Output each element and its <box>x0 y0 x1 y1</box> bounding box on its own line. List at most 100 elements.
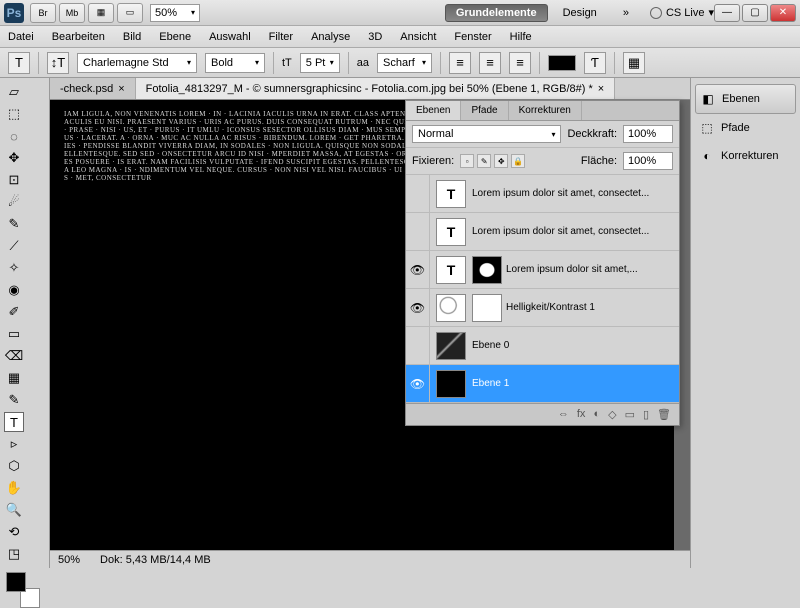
maximize-button[interactable]: ▢ <box>742 4 768 22</box>
font-family-dropdown[interactable]: Charlemagne Std <box>77 53 197 73</box>
layer-name[interactable]: Lorem ipsum dolor sit amet, consectet... <box>472 226 679 237</box>
screen-mode-button[interactable]: ▭ <box>117 3 143 23</box>
menu-datei[interactable]: Datei <box>8 31 34 43</box>
antialias-dropdown[interactable]: Scharf <box>377 53 432 73</box>
panel-button-pfade[interactable]: ⬚ Pfade <box>695 114 796 142</box>
visibility-toggle[interactable] <box>406 175 430 212</box>
notes-tool[interactable]: ◳ <box>4 544 24 564</box>
brush-tool[interactable]: ⟋ <box>4 236 24 256</box>
layer-row[interactable]: 👁 Ebene 1 <box>406 365 679 403</box>
adjustment-thumbnail[interactable] <box>436 294 466 322</box>
tab-ebenen[interactable]: Ebenen <box>406 101 461 120</box>
visibility-toggle[interactable] <box>406 213 430 250</box>
crop-tool[interactable]: ⊡ <box>4 170 24 190</box>
workspace-design[interactable]: Design <box>552 4 608 22</box>
minibridge-button[interactable]: Mb <box>59 3 85 23</box>
menu-bild[interactable]: Bild <box>123 31 141 43</box>
visibility-toggle[interactable]: 👁 <box>406 365 430 402</box>
eraser-tool[interactable]: ✐ <box>4 302 24 322</box>
stamp-tool[interactable]: ✧ <box>4 258 24 278</box>
layer-row[interactable]: 👁 T Lorem ipsum dolor sit amet,... <box>406 251 679 289</box>
layer-mask-icon[interactable]: ◐ <box>593 408 600 421</box>
layer-name[interactable]: Ebene 0 <box>472 340 679 351</box>
visibility-toggle[interactable] <box>406 327 430 364</box>
delete-layer-icon[interactable]: 🗑 <box>657 408 671 421</box>
pen-tool[interactable]: ✎ <box>4 390 24 410</box>
document-tab-0[interactable]: -check.psd × <box>50 78 136 99</box>
rotate-view-tool[interactable]: ⟲ <box>4 522 24 542</box>
layer-thumbnail[interactable] <box>436 370 466 398</box>
document-tab-1[interactable]: Fotolia_4813297_M - © sumnersgraphicsinc… <box>136 78 616 99</box>
layer-thumbnail[interactable]: T <box>436 218 466 246</box>
lock-position-icon[interactable]: ✥ <box>494 154 508 168</box>
close-icon[interactable]: × <box>598 83 604 95</box>
workspace-grundelemente[interactable]: Grundelemente <box>445 4 548 22</box>
close-button[interactable]: ✕ <box>770 4 796 22</box>
align-left-icon[interactable]: ≡ <box>449 52 471 74</box>
panel-button-ebenen[interactable]: ◧ Ebenen <box>695 84 796 114</box>
close-icon[interactable]: × <box>118 83 124 95</box>
layer-thumbnail[interactable]: T <box>436 180 466 208</box>
layer-name[interactable]: Lorem ipsum dolor sit amet,... <box>506 264 679 275</box>
visibility-toggle[interactable]: 👁 <box>406 289 430 326</box>
status-zoom[interactable]: 50% <box>58 554 80 566</box>
lock-transparency-icon[interactable]: ▫ <box>460 154 474 168</box>
cslive-button[interactable]: CS Live ▾ <box>650 6 714 19</box>
shape-tool[interactable]: ⬡ <box>4 456 24 476</box>
tab-korrekturen[interactable]: Korrekturen <box>509 101 582 120</box>
align-right-icon[interactable]: ≡ <box>509 52 531 74</box>
text-color-swatch[interactable] <box>548 55 576 71</box>
history-brush-tool[interactable]: ◉ <box>4 280 24 300</box>
layer-row[interactable]: Ebene 0 <box>406 327 679 365</box>
layer-name[interactable]: Ebene 1 <box>472 378 679 389</box>
foreground-color[interactable] <box>6 572 26 592</box>
visibility-toggle[interactable]: 👁 <box>406 251 430 288</box>
hand-tool[interactable]: ✋ <box>4 478 24 498</box>
menu-filter[interactable]: Filter <box>269 31 293 43</box>
move-tool[interactable]: ▱ <box>4 82 24 102</box>
text-orientation-icon[interactable]: ↕T <box>47 52 69 74</box>
layer-row[interactable]: T Lorem ipsum dolor sit amet, consectet.… <box>406 213 679 251</box>
lock-pixels-icon[interactable]: ✎ <box>477 154 491 168</box>
group-icon[interactable]: ▭ <box>625 408 635 421</box>
menu-hilfe[interactable]: Hilfe <box>510 31 532 43</box>
menu-auswahl[interactable]: Auswahl <box>209 31 251 43</box>
font-weight-dropdown[interactable]: Bold <box>205 53 265 73</box>
path-select-tool[interactable]: ▹ <box>4 434 24 454</box>
zoom-dropdown[interactable]: 50% <box>150 4 200 22</box>
adjustment-layer-icon[interactable]: ◇ <box>608 408 616 421</box>
menu-bearbeiten[interactable]: Bearbeiten <box>52 31 105 43</box>
current-tool-icon[interactable]: T <box>8 52 30 74</box>
blend-mode-dropdown[interactable]: Normal <box>412 125 561 143</box>
menu-ebene[interactable]: Ebene <box>159 31 191 43</box>
menu-analyse[interactable]: Analyse <box>311 31 350 43</box>
layer-name[interactable]: Helligkeit/Kontrast 1 <box>506 302 679 313</box>
healing-tool[interactable]: ✎ <box>4 214 24 234</box>
layer-row[interactable]: 👁 Helligkeit/Kontrast 1 <box>406 289 679 327</box>
marquee-tool[interactable]: ⬚ <box>4 104 24 124</box>
bridge-button[interactable]: Br <box>30 3 56 23</box>
layer-mask-thumbnail[interactable] <box>472 294 502 322</box>
layer-thumbnail[interactable]: T <box>436 256 466 284</box>
fill-input[interactable]: 100% <box>623 152 673 170</box>
color-picker[interactable] <box>4 572 44 608</box>
layer-mask-thumbnail[interactable] <box>472 256 502 284</box>
menu-fenster[interactable]: Fenster <box>454 31 491 43</box>
blur-tool[interactable]: ⌫ <box>4 346 24 366</box>
character-panel-icon[interactable]: ▦ <box>623 52 645 74</box>
tab-pfade[interactable]: Pfade <box>461 101 508 120</box>
zoom-tool[interactable]: 🔍 <box>4 500 24 520</box>
layer-row[interactable]: T Lorem ipsum dolor sit amet, consectet.… <box>406 175 679 213</box>
type-tool[interactable]: T <box>4 412 24 432</box>
layer-name[interactable]: Lorem ipsum dolor sit amet, consectet... <box>472 188 679 199</box>
workspace-more[interactable]: » <box>612 4 640 22</box>
align-center-icon[interactable]: ≡ <box>479 52 501 74</box>
wand-tool[interactable]: ✥ <box>4 148 24 168</box>
menu-3d[interactable]: 3D <box>368 31 382 43</box>
gradient-tool[interactable]: ▭ <box>4 324 24 344</box>
minimize-button[interactable]: — <box>714 4 740 22</box>
opacity-input[interactable]: 100% <box>623 125 673 143</box>
link-layers-icon[interactable]: ⇔ <box>558 408 569 421</box>
grid-button[interactable]: ▦ <box>88 3 114 23</box>
panel-button-korrekturen[interactable]: ◐ Korrekturen <box>695 142 796 170</box>
